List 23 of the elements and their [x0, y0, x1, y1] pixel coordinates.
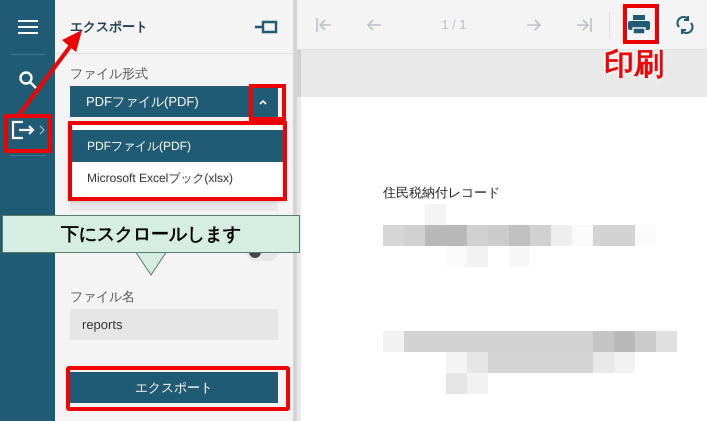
dropdown-option[interactable]: Microsoft Excelブック(xlsx) [72, 162, 283, 194]
document-title: 住民税納付レコード [383, 184, 501, 202]
highlight-frame [623, 4, 659, 44]
field-label: ファイル形式 [70, 65, 149, 83]
refresh-icon [676, 14, 694, 34]
field-label: ファイル名 [70, 288, 136, 306]
callout-text: 下にスクロールします [61, 222, 241, 246]
menu-icon [18, 19, 38, 35]
dropdown-option[interactable]: PDFファイル(PDF) [72, 130, 283, 162]
format-dropdown[interactable]: PDFファイル(PDF) [70, 86, 278, 117]
print-annotation-label: 印刷 [604, 47, 664, 83]
pin-icon[interactable] [254, 20, 278, 34]
highlight-frame [4, 114, 52, 153]
panel-title: エクスポート [70, 18, 148, 36]
export-icon [10, 120, 36, 140]
export-submit-button[interactable]: エクスポート [70, 372, 278, 403]
dropdown-value: PDFファイル(PDF) [86, 92, 199, 111]
page-indicator: 1 / 1 [440, 16, 468, 34]
file-name-field[interactable]: reports [70, 309, 278, 340]
caret-icon [258, 98, 266, 104]
printer-icon [628, 14, 650, 34]
search-icon [18, 70, 38, 90]
chevron-icon [38, 125, 44, 135]
